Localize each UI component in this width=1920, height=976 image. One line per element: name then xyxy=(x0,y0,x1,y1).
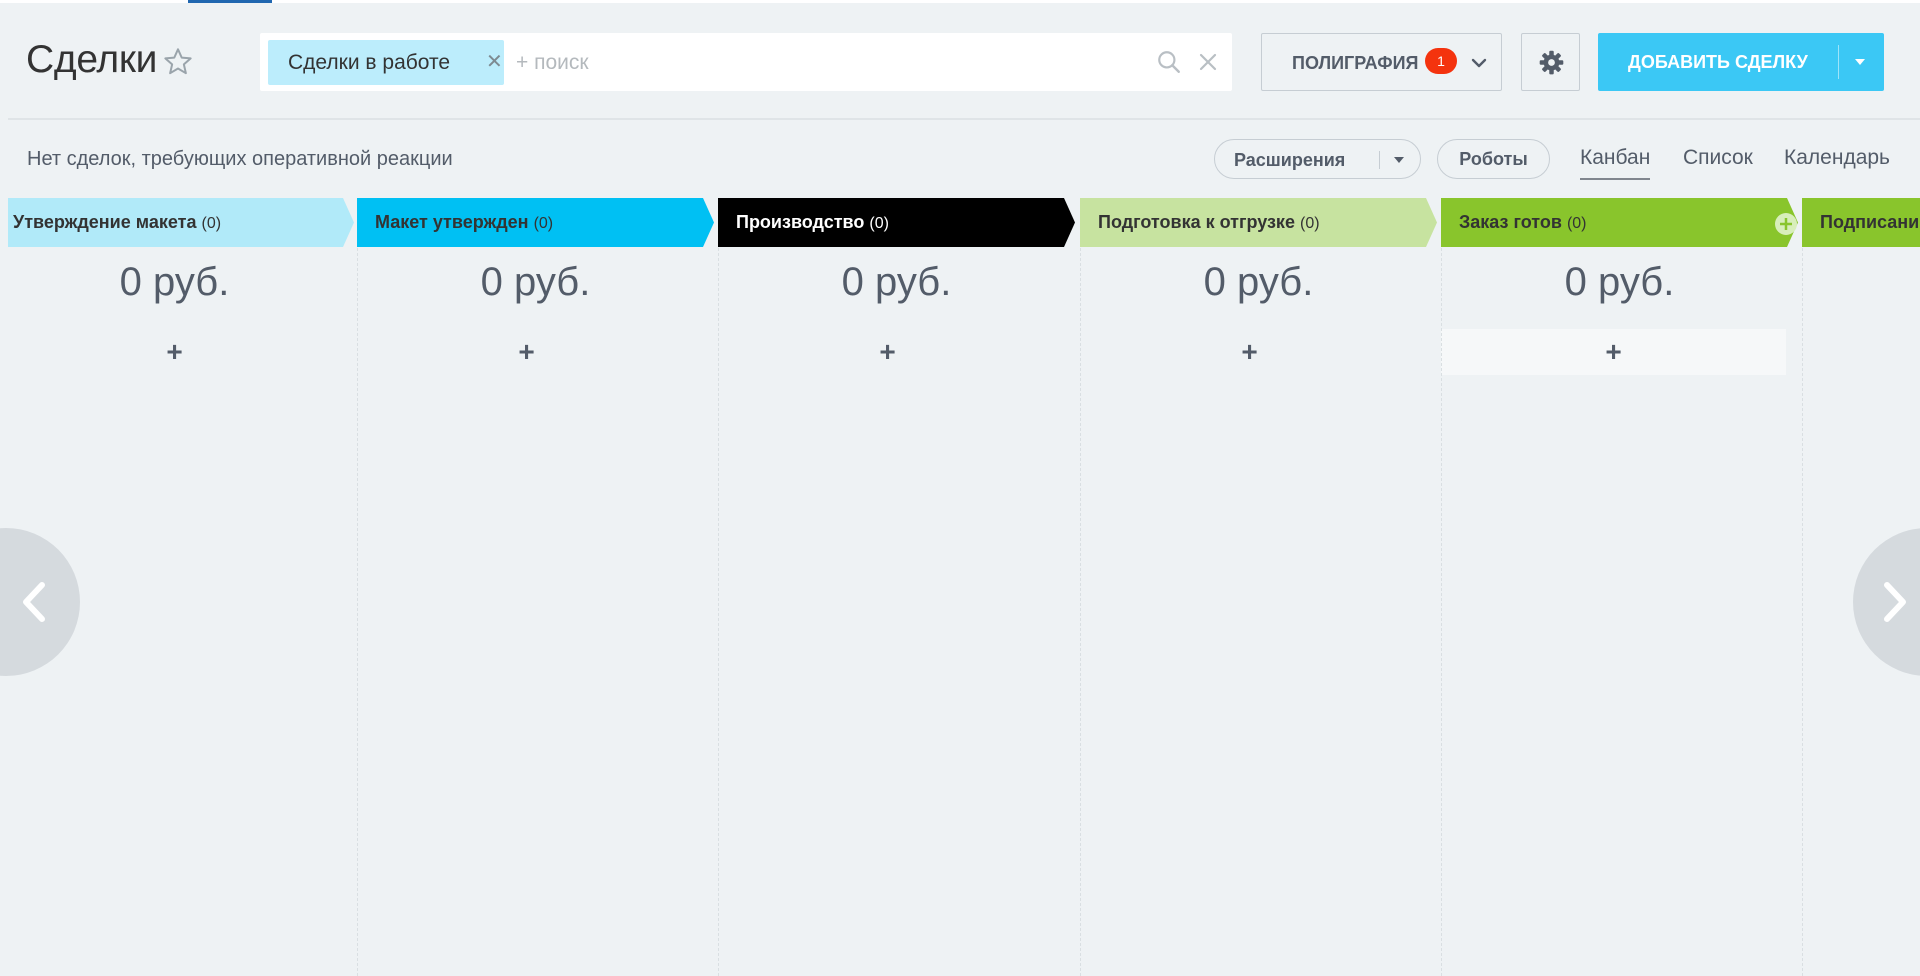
scroll-left-button[interactable] xyxy=(0,528,80,676)
star-icon[interactable] xyxy=(162,46,194,78)
column-sum: 0 руб. xyxy=(119,260,230,304)
column-count: (0) xyxy=(533,215,554,232)
quick-add-button[interactable]: + xyxy=(715,329,1060,375)
column-count: (0) xyxy=(869,215,889,232)
column-sum: 0 руб. xyxy=(1203,260,1314,304)
column-sum: 0 руб. xyxy=(1564,260,1675,304)
settings-button[interactable] xyxy=(1521,33,1580,91)
column-sum: 0 руб. xyxy=(841,260,952,304)
scroll-right-button[interactable] xyxy=(1853,528,1920,676)
status-text: Нет сделок, требующих оперативной реакци… xyxy=(27,148,453,170)
quick-add-button[interactable]: + xyxy=(2,329,347,375)
search-icon[interactable] xyxy=(1156,49,1182,75)
column-divider xyxy=(1080,248,1081,976)
column-header[interactable]: Подготовка к отгрузке (0) xyxy=(1098,198,1418,247)
add-column-icon[interactable] xyxy=(1774,212,1798,236)
column-count: (0) xyxy=(1299,215,1320,232)
column-title: Подписани xyxy=(1820,212,1920,232)
top-strip xyxy=(0,0,1920,3)
tab-list[interactable]: Список xyxy=(1683,146,1753,170)
quick-add-button[interactable]: + xyxy=(1441,329,1786,375)
search-box[interactable]: Сделки в работе ✕ xyxy=(260,33,1232,91)
tab-kanban[interactable]: Канбан xyxy=(1580,146,1651,180)
caret-down-icon[interactable] xyxy=(1392,155,1406,165)
column-count: (0) xyxy=(201,215,222,232)
category-label: ПОЛИГРАФИЯ xyxy=(1292,53,1419,73)
column-header[interactable]: Заказ готов (0) xyxy=(1459,198,1749,247)
filter-chip[interactable]: Сделки в работе ✕ xyxy=(268,40,504,85)
category-selector[interactable]: ПОЛИГРАФИЯ 1 xyxy=(1261,33,1502,91)
extensions-label: Расширения xyxy=(1234,150,1346,170)
chip-close-icon[interactable]: ✕ xyxy=(486,40,503,85)
column-header[interactable]: Подписани xyxy=(1820,198,1920,247)
column-title: Подготовка к отгрузке xyxy=(1098,212,1295,232)
page-title: Сделки xyxy=(26,38,158,81)
column-divider xyxy=(1802,248,1803,976)
counter-badge: 1 xyxy=(1425,48,1457,74)
column-title: Заказ готов xyxy=(1459,212,1562,232)
clear-icon[interactable] xyxy=(1196,50,1220,74)
filter-chip-label: Сделки в работе xyxy=(288,51,451,74)
column-divider xyxy=(1441,248,1442,976)
column-divider xyxy=(357,248,358,976)
extensions-divider xyxy=(1379,151,1380,169)
add-deal-divider xyxy=(1838,45,1839,79)
column-count: (0) xyxy=(1566,215,1587,232)
active-tab-indicator xyxy=(188,0,272,3)
quick-add-button[interactable]: + xyxy=(1077,329,1422,375)
quick-add-button[interactable]: + xyxy=(354,329,699,375)
add-deal-label: ДОБАВИТЬ СДЕЛКУ xyxy=(1628,52,1808,72)
chevron-right-icon xyxy=(1884,582,1906,622)
column-title: Утверждение макета xyxy=(13,212,197,232)
column-header[interactable]: Утверждение макета (0) xyxy=(13,198,343,247)
column-title: Производство xyxy=(736,212,865,232)
header-divider xyxy=(8,118,1920,120)
caret-down-icon[interactable] xyxy=(1852,55,1868,69)
column-sum: 0 руб. xyxy=(480,260,591,304)
robots-button[interactable]: Роботы xyxy=(1437,139,1550,179)
chevron-left-icon xyxy=(23,582,45,622)
column-divider xyxy=(718,248,719,976)
add-deal-button[interactable]: ДОБАВИТЬ СДЕЛКУ xyxy=(1598,33,1884,91)
gear-icon xyxy=(1539,50,1564,75)
column-header[interactable]: Производство (0) xyxy=(736,198,1056,247)
search-input[interactable] xyxy=(516,40,1076,85)
chevron-down-icon xyxy=(1471,58,1487,68)
tab-calendar[interactable]: Календарь xyxy=(1784,146,1890,170)
column-header[interactable]: Макет утвержден (0) xyxy=(375,198,695,247)
extensions-button[interactable]: Расширения xyxy=(1214,139,1421,179)
column-title: Макет утвержден xyxy=(375,212,529,232)
